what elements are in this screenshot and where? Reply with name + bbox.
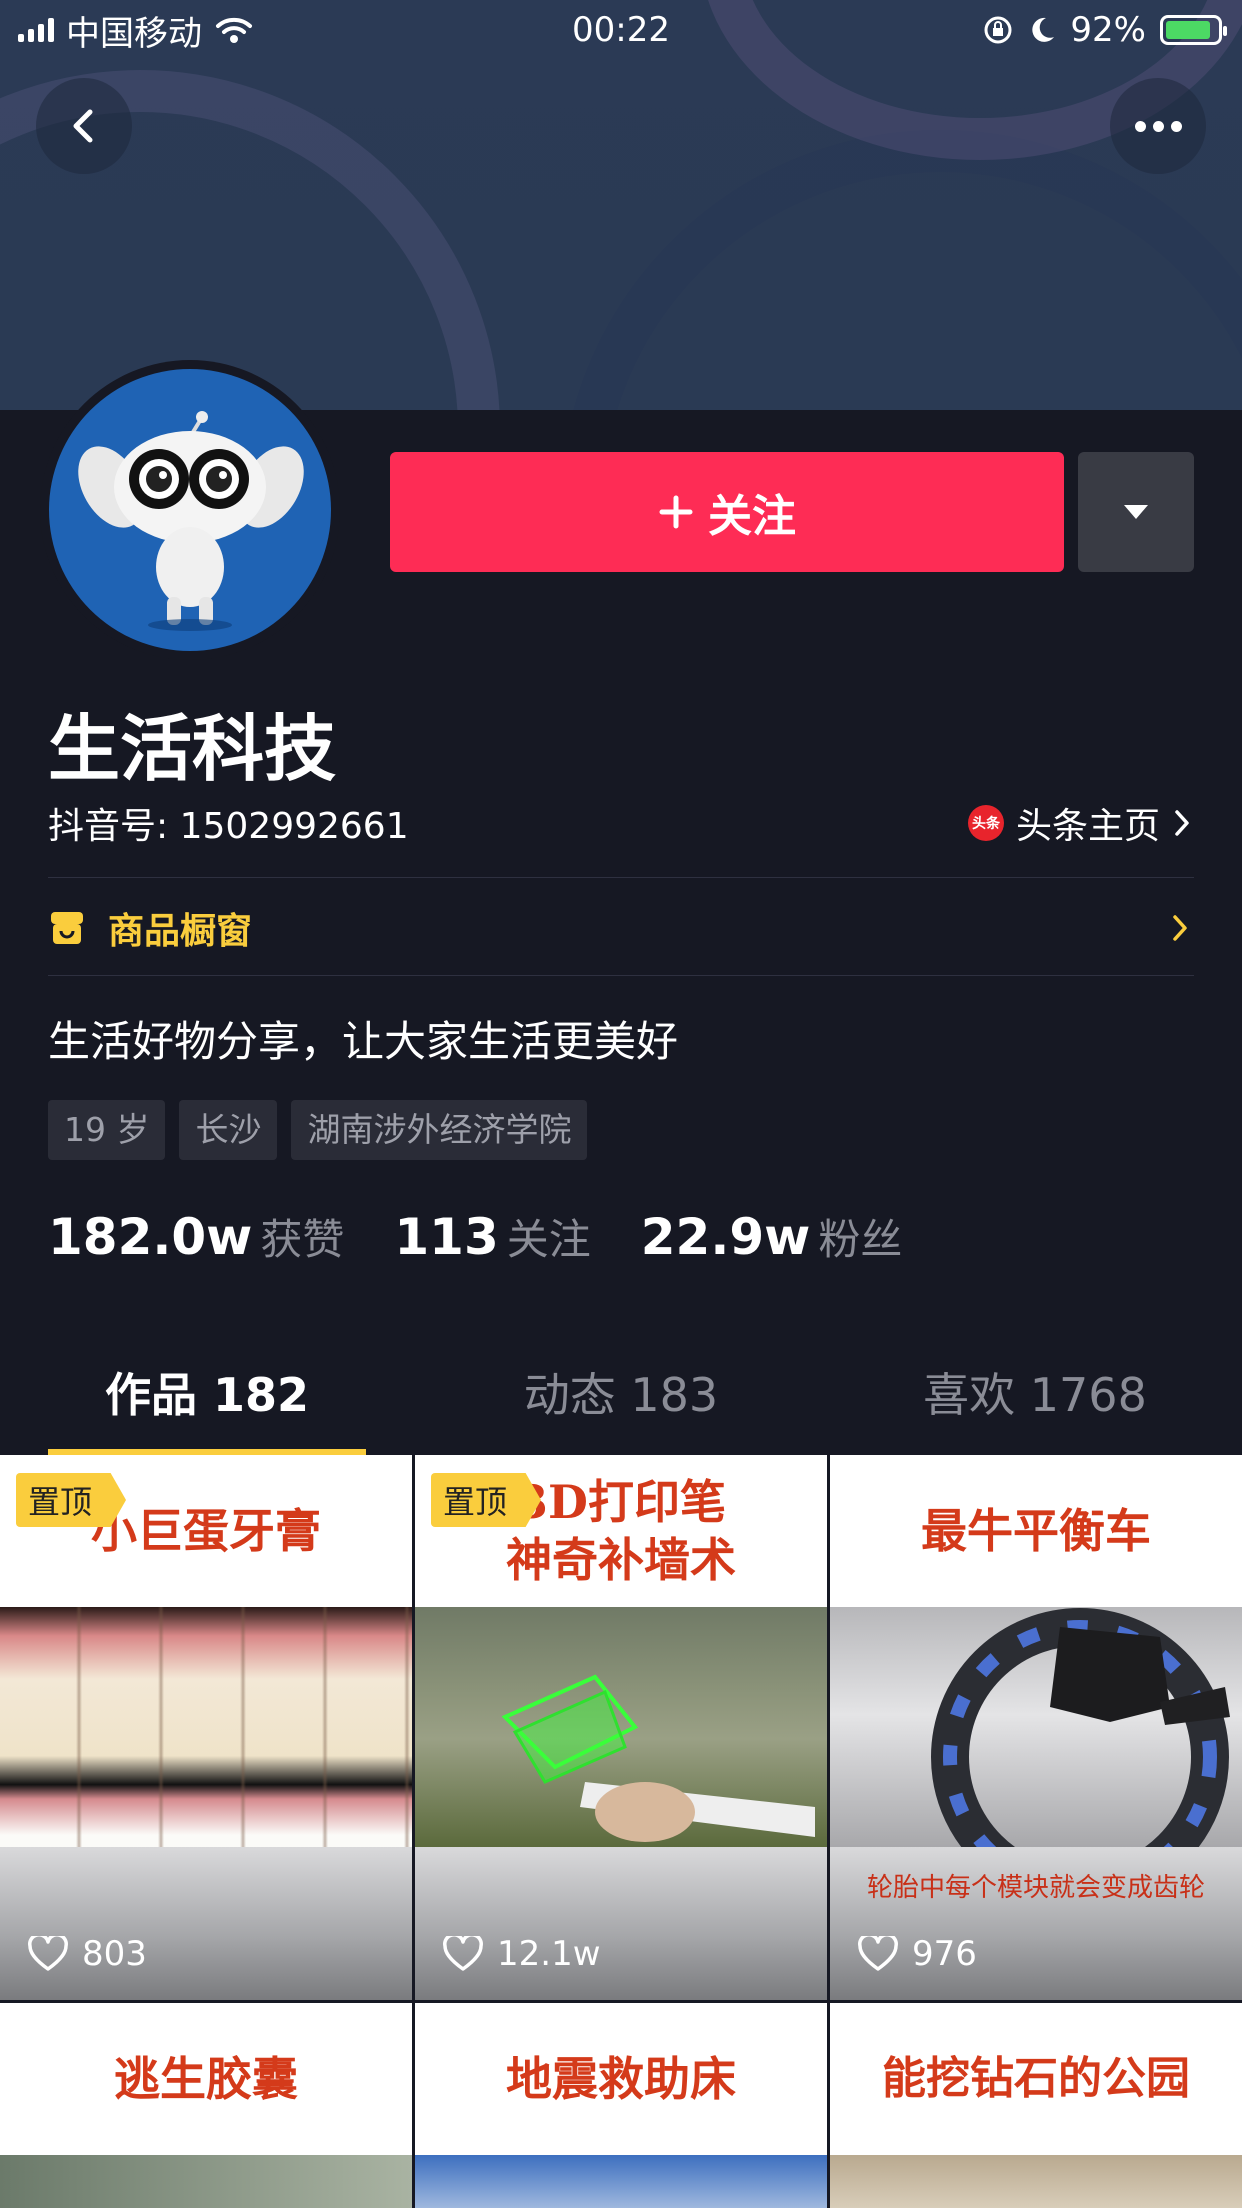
heart-icon [28,1936,68,1971]
banner-decoration [560,130,1242,410]
shop-icon [51,912,83,944]
tab-activity[interactable]: 动态 183 [414,1350,828,1455]
school-tag: 湖南涉外经济学院 [291,1100,588,1160]
toutiao-homepage-link[interactable]: 头条 头条主页 [967,797,1192,849]
profile-name: 生活科技 [48,707,337,791]
caret-down-icon [1124,505,1148,519]
video-thumbnail[interactable]: 能挖钻石的公园 [830,2003,1242,2208]
video-subtitle: 轮胎中每个模块就会变成齿轮 [866,1873,1205,1903]
stat-number: 113 [394,1208,499,1266]
video-caption: 逃生胶囊 [0,2003,412,2155]
more-dots-icon [1134,120,1182,132]
avatar-image [49,369,331,651]
3d-pen-illustration [501,1674,815,1842]
followers-stat[interactable]: 22.9w 粉丝 [641,1206,903,1267]
mascot-illustration [78,411,304,631]
like-count: 803 [28,1934,147,1974]
video-caption: 地震救助床 [415,2003,827,2155]
video-image [0,2155,412,2208]
video-caption: 能挖钻石的公园 [830,2003,1242,2155]
video-image [830,2155,1242,2208]
chevron-left-icon [73,109,93,143]
tab-likes[interactable]: 喜欢 1768 [828,1350,1242,1455]
toutiao-label: 头条主页 [1015,806,1160,847]
video-thumbnail[interactable]: 小巨蛋牙膏 置顶 803 [0,1455,412,2000]
tab-works[interactable]: 作品 182 [0,1350,414,1455]
chevron-right-icon [1173,915,1187,941]
stat-number: 182.0w [48,1208,253,1266]
profile-stats: 182.0w 获赞 113 关注 22.9w 粉丝 [48,1206,952,1267]
header-banner: 中国移动 00:22 92% [0,0,1242,410]
battery-icon [1160,15,1227,45]
heart-icon [858,1936,898,1971]
video-thumbnail[interactable]: 逃生胶囊 [0,2003,412,2208]
video-thumbnail[interactable]: 3D打印笔 神奇补墙术 置顶 12.1w [415,1455,827,2000]
like-count-value: 12.1w [497,1934,601,1974]
recommend-dropdown-button[interactable] [1078,452,1194,572]
stat-label: 获赞 [260,1215,345,1264]
profile-tags: 19 岁 长沙 湖南涉外经济学院 [48,1100,588,1160]
like-count: 12.1w [443,1934,601,1974]
video-grid: 小巨蛋牙膏 置顶 803 3D打印笔 神奇补墙术 置顶 12.1w 最牛平衡车 … [0,1455,1242,2208]
content-tabs: 作品 182 动态 183 喜欢 1768 [0,1350,1242,1455]
video-image [415,2155,827,2208]
like-count-value: 803 [82,1934,147,1974]
video-footer [415,1847,827,2000]
location-tag: 长沙 [179,1100,278,1160]
divider [48,877,1194,878]
stat-label: 关注 [506,1215,591,1264]
follow-button[interactable]: 关注 [390,452,1064,572]
video-footer: 轮胎中每个模块就会变成齿轮 [830,1847,1242,2000]
chevron-right-icon [1175,810,1189,836]
heart-icon [443,1936,483,1971]
likes-stat: 182.0w 获赞 [48,1206,344,1267]
video-image [830,1607,1242,1906]
more-options-button[interactable] [1110,78,1206,174]
pinned-badge: 置顶 [431,1473,542,1527]
bio-text: 生活好物分享，让大家生活更美好 [48,1017,679,1066]
age-tag: 19 岁 [48,1100,166,1160]
video-footer [0,1847,412,2000]
rotation-lock-icon [984,16,1012,44]
avatar[interactable] [40,360,340,660]
video-thumbnail[interactable]: 地震救助床 [415,2003,827,2208]
stat-label: 粉丝 [818,1215,903,1264]
moon-icon [1032,17,1055,42]
video-thumbnail[interactable]: 最牛平衡车 轮胎中每个模块就会变成齿轮 976 [830,1455,1242,2000]
stat-number: 22.9w [640,1208,811,1266]
divider [48,975,1194,976]
balance-wheel-illustration [931,1608,1230,1906]
video-caption: 最牛平衡车 [830,1455,1242,1607]
like-count-value: 976 [912,1934,977,1974]
video-image [0,1607,412,1847]
following-stat[interactable]: 113 关注 [394,1206,590,1267]
pinned-badge: 置顶 [16,1473,127,1527]
battery-percent: 92% [1070,10,1146,50]
status-bar: 中国移动 00:22 92% [0,0,1242,60]
toutiao-logo-icon: 头条 [967,805,1004,841]
plus-icon [659,495,693,529]
shop-window-label: 商品橱窗 [108,911,253,952]
back-button[interactable] [36,78,132,174]
follow-label: 关注 [708,491,796,542]
douyin-id: 抖音号: 1502992661 [48,806,409,847]
video-image [415,1607,827,1847]
shop-window-row[interactable]: 商品橱窗 [48,898,1194,958]
like-count: 976 [858,1934,977,1974]
